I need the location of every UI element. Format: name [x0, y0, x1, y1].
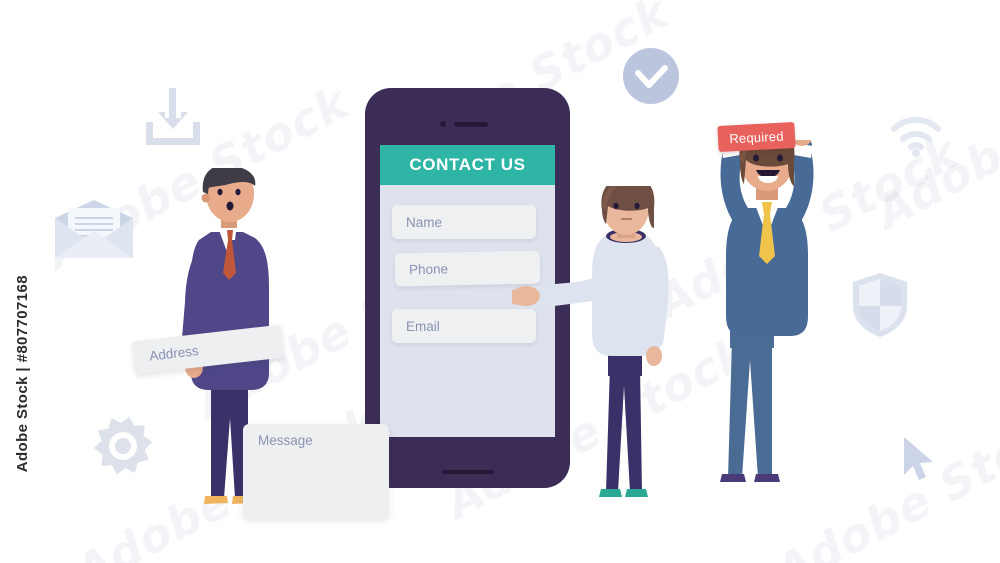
contact-form-header: CONTACT US [380, 145, 555, 185]
name-input-placeholder: Name [406, 214, 443, 230]
download-icon [146, 88, 200, 145]
phone-speaker [454, 122, 488, 127]
required-sign[interactable]: Required [717, 122, 796, 152]
phone-home-button[interactable] [442, 470, 494, 474]
stock-watermark-side: Adobe Stock | #807707168 [14, 275, 31, 473]
gear-icon [93, 416, 153, 475]
wifi-icon [891, 116, 941, 157]
phone-input-placeholder: Phone [408, 261, 449, 278]
contact-form-title: CONTACT US [409, 155, 526, 174]
address-card-label: Address [148, 343, 200, 364]
phone-camera [440, 121, 446, 127]
message-card[interactable]: Message [243, 424, 389, 518]
required-sign-label: Required [728, 128, 785, 146]
email-input-placeholder: Email [406, 318, 440, 334]
woman-center [512, 186, 669, 497]
illustration-canvas: Adobe Stock Adobe Stock Adobe Stock Adob… [0, 0, 1000, 563]
cursor-icon [904, 437, 933, 480]
businessman-right [720, 140, 814, 482]
message-card-label: Message [258, 433, 313, 448]
shield-icon [853, 273, 907, 337]
envelope-icon [55, 200, 133, 258]
check-circle-icon [623, 48, 679, 104]
